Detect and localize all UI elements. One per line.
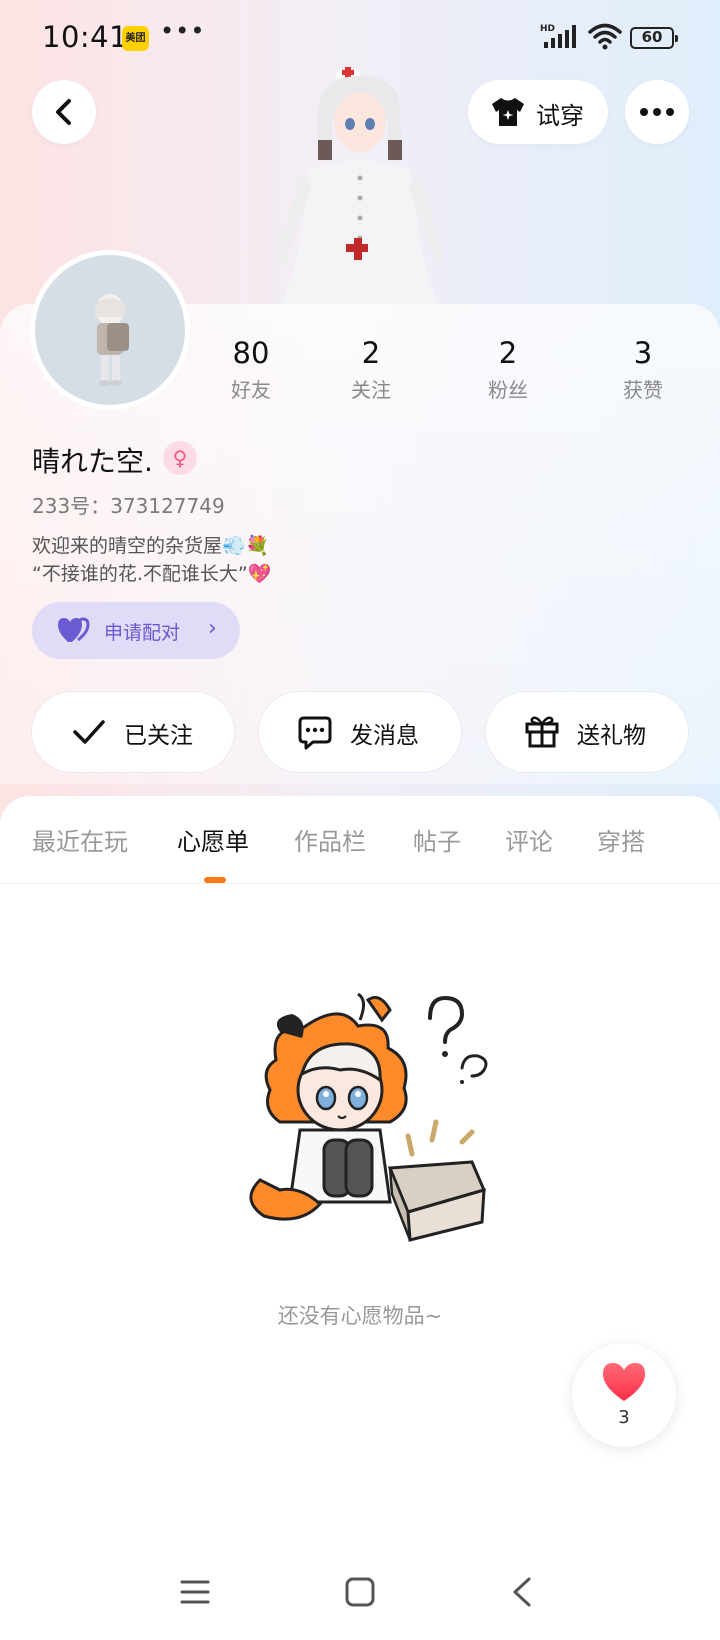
status-time: 10:41 (42, 20, 129, 54)
back-nav-icon[interactable] (510, 1576, 534, 1608)
apply-pair-label: 申请配对 (104, 622, 181, 644)
checkmark-icon (73, 720, 105, 744)
more-dots-icon (640, 108, 674, 116)
stat-value: 80 (232, 336, 270, 370)
tab-works[interactable]: 作品栏 (294, 822, 366, 857)
send-gift-label: 送礼物 (577, 723, 646, 749)
stat-label: 获赞 (623, 378, 663, 402)
tab-divider (0, 883, 720, 884)
stat-value: 2 (361, 336, 381, 370)
send-gift-button[interactable]: 送礼物 (486, 692, 688, 772)
empty-state-text: 还没有心愿物品~ (277, 1304, 443, 1328)
empty-wishlist-illustration (249, 992, 488, 1242)
pair-hearts-icon (58, 617, 90, 642)
wifi-icon (588, 23, 622, 50)
stat-label: 关注 (351, 378, 391, 402)
more-options-button[interactable] (625, 80, 689, 144)
svg-text:HD: HD (540, 24, 555, 34)
user-id-row[interactable]: 233号：373127749 (32, 490, 225, 519)
stat-label: 粉丝 (488, 378, 528, 402)
apply-pair-button[interactable]: 申请配对 › (32, 602, 240, 659)
back-button[interactable] (32, 80, 96, 144)
like-count: 3 (618, 1407, 630, 1428)
like-button[interactable]: 3 (572, 1343, 676, 1447)
tshirt-icon (492, 98, 524, 126)
gift-icon (525, 716, 559, 748)
system-navigation-bar (0, 1560, 720, 1640)
send-message-label: 发消息 (350, 723, 419, 749)
signal-icon: HD (540, 24, 576, 48)
chevron-right-icon: › (208, 616, 217, 641)
stat-following[interactable]: 2 关注 (321, 336, 421, 403)
chevron-left-icon (56, 99, 71, 125)
user-id-label: 233号： (32, 494, 111, 518)
tab-wishlist[interactable]: 心愿单 (177, 822, 249, 857)
tab-outfits[interactable]: 穿搭 (597, 822, 645, 857)
following-label: 已关注 (124, 723, 193, 749)
stat-likes[interactable]: 3 获赞 (593, 336, 693, 403)
user-id: 373127749 (110, 494, 225, 518)
battery-icon: 60 (630, 27, 678, 49)
stat-fans[interactable]: 2 粉丝 (458, 336, 558, 403)
tab-comments[interactable]: 评论 (505, 822, 553, 857)
stats-row: 80 好友 2 关注 2 粉丝 3 获赞 (0, 336, 720, 406)
status-more-icon: ••• (160, 17, 206, 45)
stat-label: 好友 (231, 378, 271, 402)
heart-icon (603, 1363, 645, 1401)
try-on-button[interactable]: 试穿 (468, 80, 608, 144)
home-icon[interactable] (344, 1576, 376, 1608)
bio: 欢迎来的晴空的杂货屋💨💐 “不接谁的花.不配谁长大”💖 (32, 532, 271, 588)
tab-recently-played[interactable]: 最近在玩 (32, 822, 128, 857)
tab-posts[interactable]: 帖子 (413, 822, 461, 857)
stat-friends[interactable]: 80 好友 (201, 336, 301, 403)
bio-line: “不接谁的花.不配谁长大”💖 (32, 563, 272, 585)
bio-line: 欢迎来的晴空的杂货屋💨💐 (32, 535, 270, 557)
stat-value: 3 (633, 336, 653, 370)
hero-avatar-figure (276, 67, 444, 304)
message-bubble-icon (298, 716, 332, 750)
following-button[interactable]: 已关注 (32, 692, 234, 772)
try-on-label: 试穿 (536, 102, 584, 130)
stat-value: 2 (498, 336, 518, 370)
username: 晴れた空. (32, 445, 153, 478)
send-message-button[interactable]: 发消息 (259, 692, 461, 772)
meituan-notification-icon: 美团 (122, 26, 149, 51)
female-gender-icon: ♀ (163, 441, 197, 475)
menu-icon[interactable] (180, 1578, 210, 1606)
